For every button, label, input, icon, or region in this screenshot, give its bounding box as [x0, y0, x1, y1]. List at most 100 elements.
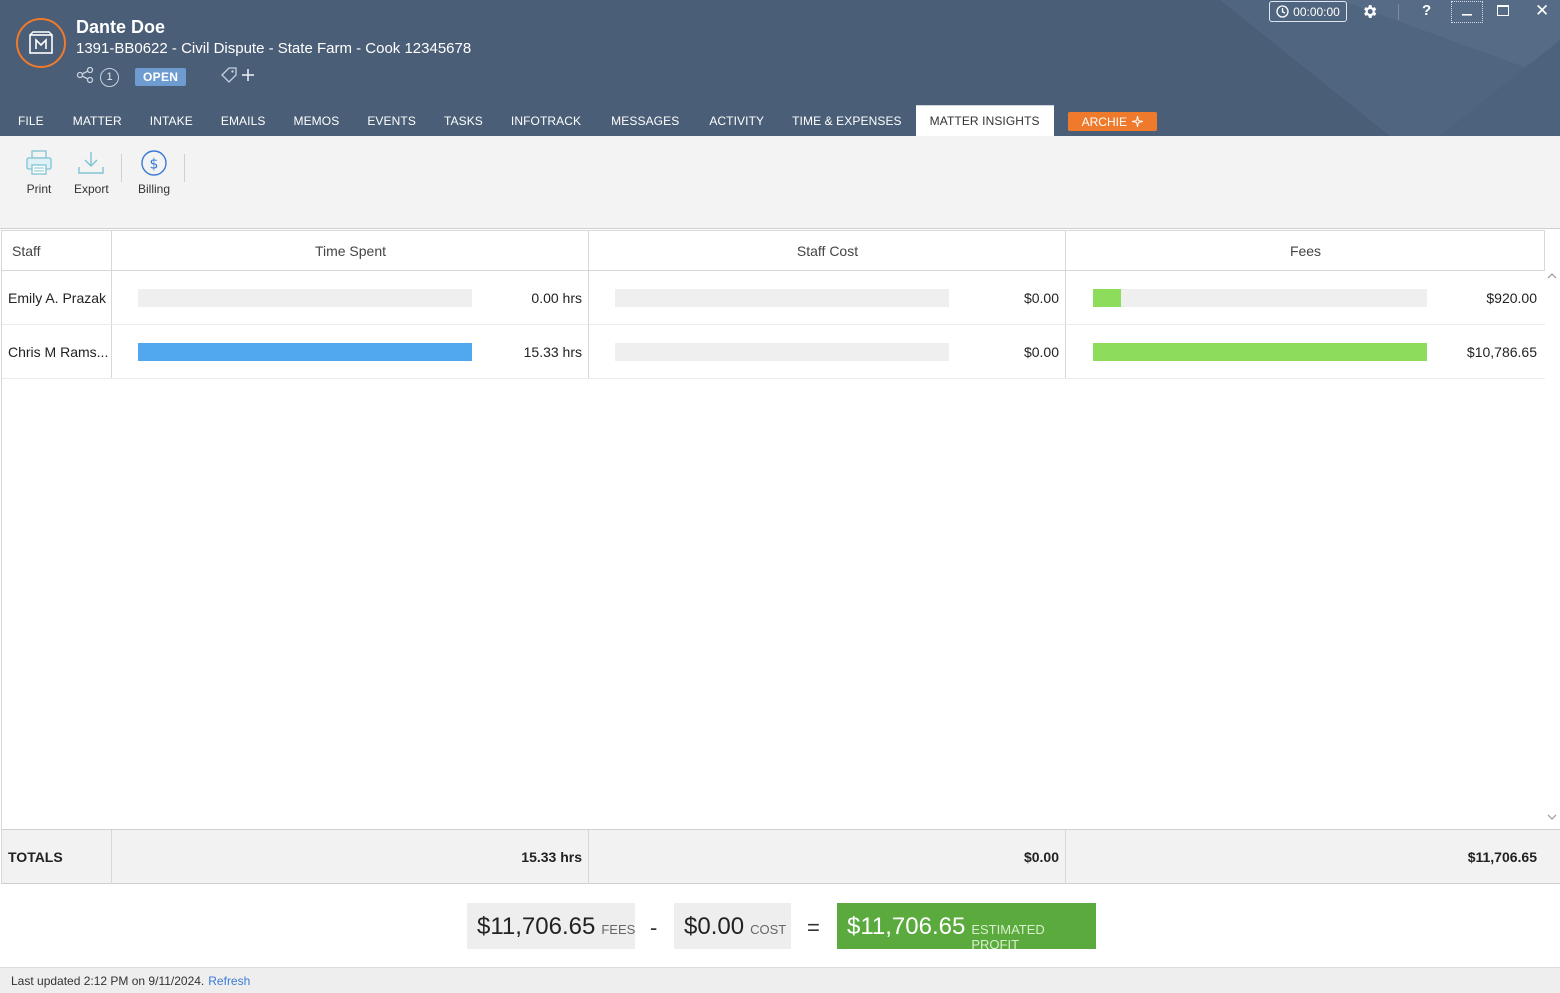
billing-label: Billing — [138, 182, 171, 196]
totals-row: TOTALS 15.33 hrs $0.00 $11,706.65 — [2, 829, 1560, 884]
time-spent-value: 0.00 hrs — [531, 290, 582, 306]
time-spent-bar-track — [138, 289, 472, 307]
timer-value: 00:00:00 — [1293, 4, 1340, 19]
scroll-up-icon[interactable] — [1546, 272, 1558, 282]
cost-summary-amount: $0.00 — [684, 913, 745, 940]
staff-name: Emily A. Prazak — [8, 290, 107, 306]
staff-cost-bar-track — [615, 289, 949, 307]
table-row[interactable]: Chris M Rams... 15.33 hrs $0.00 $10,786.… — [2, 325, 1545, 379]
svg-text:$: $ — [150, 157, 159, 173]
tab-matter[interactable]: MATTER — [53, 105, 136, 136]
column-header-staff-cost[interactable]: Staff Cost — [589, 231, 1066, 271]
profit-summary-label: ESTIMATED PROFIT — [971, 922, 1045, 952]
minimize-button[interactable] — [1451, 1, 1483, 23]
refresh-link[interactable]: Refresh — [208, 974, 250, 988]
time-spent-value: 15.33 hrs — [523, 344, 582, 360]
clock-icon — [1276, 5, 1289, 18]
tag-icon[interactable] — [220, 66, 238, 88]
add-tag-icon[interactable] — [240, 67, 256, 88]
total-fees: $11,706.65 — [1467, 849, 1537, 865]
cost-summary-label: COST — [750, 922, 787, 937]
client-name: Dante Doe — [76, 17, 166, 37]
column-header-staff[interactable]: Staff — [12, 231, 41, 271]
fees-bar-track — [1093, 343, 1427, 361]
tab-messages[interactable]: MESSAGES — [595, 105, 695, 136]
total-staff-cost: $0.00 — [1023, 849, 1059, 865]
toolbar-divider — [184, 154, 185, 182]
profit-summary: $11,706.65 FEES - $0.00 COST = $11,706.6… — [0, 885, 1560, 967]
matter-tabs: FILE MATTER INTAKE EMAILS MEMOS EVENTS T… — [0, 105, 1157, 136]
matter-meta-row: 1 OPEN — [76, 66, 256, 88]
title-bar-divider — [1398, 4, 1399, 20]
tab-time-expenses[interactable]: TIME & EXPENSES — [778, 105, 916, 136]
dollar-circle-icon: $ — [141, 150, 167, 176]
profit-summary-box: $11,706.65 ESTIMATED PROFIT — [837, 903, 1096, 952]
total-time-spent: 15.33 hrs — [521, 849, 582, 865]
tab-memos[interactable]: MEMOS — [279, 105, 353, 136]
download-icon — [78, 152, 105, 174]
fees-summary-amount: $11,706.65 — [477, 913, 596, 940]
tab-events[interactable]: EVENTS — [353, 105, 430, 136]
insights-grid: Staff Time Spent Staff Cost Fees Emily A… — [1, 230, 1560, 884]
column-header-time-spent[interactable]: Time Spent — [112, 231, 589, 271]
column-header-fees[interactable]: Fees — [1066, 231, 1545, 271]
print-button[interactable]: Print — [25, 150, 53, 196]
grid-scrollbar[interactable] — [1545, 270, 1560, 829]
matter-header: Dante Doe 1391-BB0622 - Civil Dispute - … — [0, 0, 1560, 136]
toolbar-divider — [121, 154, 122, 182]
cost-summary-box: $0.00 COST — [674, 903, 791, 949]
column-divider — [1065, 830, 1066, 884]
minus-operator: - — [650, 915, 658, 940]
fees-bar — [1093, 289, 1122, 307]
close-button[interactable]: ✕ — [1535, 1, 1549, 21]
staff-cost-bar-track — [615, 343, 949, 361]
scroll-down-icon[interactable] — [1546, 813, 1558, 823]
totals-label: TOTALS — [8, 849, 63, 865]
staff-cost-value: $0.00 — [1023, 344, 1059, 360]
fees-bar-track — [1093, 289, 1427, 307]
tab-activity[interactable]: ACTIVITY — [695, 105, 778, 136]
gear-icon[interactable] — [1361, 3, 1378, 25]
export-button[interactable]: Export — [74, 150, 109, 196]
column-divider — [588, 830, 589, 884]
related-count-badge: 1 — [100, 67, 119, 87]
sparkle-icon — [1131, 116, 1143, 127]
toolbar: Print Export $ Billing — [0, 136, 1560, 229]
billing-button[interactable]: $ Billing — [138, 150, 170, 196]
tab-infotrack[interactable]: INFOTRACK — [497, 105, 595, 136]
fees-value: $920.00 — [1486, 290, 1537, 306]
fees-value: $10,786.65 — [1466, 344, 1537, 360]
tab-intake[interactable]: INTAKE — [136, 105, 207, 136]
header-decoration — [1220, 0, 1560, 136]
tab-matter-insights[interactable]: MATTER INSIGHTS — [915, 105, 1054, 136]
table-row[interactable]: Emily A. Prazak 0.00 hrs $0.00 $920.00 — [2, 271, 1545, 325]
tab-emails[interactable]: EMAILS — [207, 105, 280, 136]
export-label: Export — [74, 182, 109, 196]
fees-bar — [1093, 343, 1427, 361]
last-updated-text: Last updated 2:12 PM on 9/11/2024. — [11, 973, 205, 988]
grid-header: Staff Time Spent Staff Cost Fees — [2, 230, 1545, 271]
fees-summary-label: FEES — [601, 922, 636, 937]
profit-summary-amount: $11,706.65 — [847, 913, 966, 940]
staff-cost-value: $0.00 — [1023, 290, 1059, 306]
time-spent-bar — [138, 343, 472, 361]
print-label: Print — [26, 182, 52, 196]
archie-label: ARCHIE — [1081, 114, 1127, 129]
printer-icon — [26, 150, 52, 175]
column-divider — [111, 830, 112, 884]
timer-button[interactable]: 00:00:00 — [1269, 1, 1347, 22]
related-matters-icon[interactable] — [76, 66, 94, 88]
equals-operator: = — [807, 915, 820, 940]
column-divider — [1544, 230, 1545, 271]
status-footer: Last updated 2:12 PM on 9/11/2024. Refre… — [0, 967, 1560, 993]
tags-group — [220, 66, 256, 88]
matter-logo-icon — [16, 18, 66, 68]
tab-tasks[interactable]: TASKS — [430, 105, 497, 136]
status-badge[interactable]: OPEN — [135, 68, 187, 86]
archie-button[interactable]: ARCHIE — [1067, 112, 1157, 131]
help-button[interactable]: ? — [1422, 2, 1431, 19]
maximize-button[interactable] — [1497, 5, 1509, 16]
tab-file[interactable]: FILE — [0, 105, 53, 136]
time-spent-bar-track — [138, 343, 472, 361]
fees-summary-box: $11,706.65 FEES — [467, 903, 635, 949]
